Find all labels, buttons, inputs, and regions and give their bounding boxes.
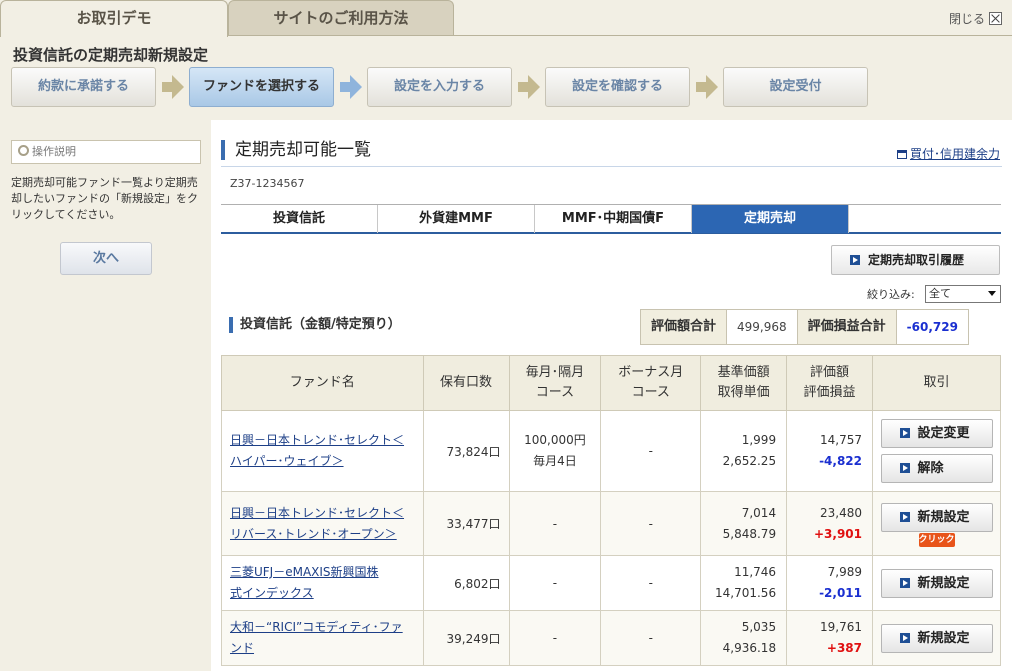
bonus-cell: - <box>600 491 702 556</box>
help-text: 定期売却可能ファンド一覧より定期売却したいファンドの「新規設定」をクリックしてく… <box>11 176 198 221</box>
pl-total-label: 評価損益合計 <box>797 310 897 344</box>
help-title: 操作説明 <box>32 145 76 158</box>
arrow-icon <box>696 75 718 99</box>
eval-total-label: 評価額合計 <box>641 310 728 344</box>
eval-cell: 23,480 +3,901 <box>786 491 873 556</box>
filter-select[interactable]: 全て <box>925 285 1001 303</box>
units-cell: 6,802口 <box>422 555 510 611</box>
filter-label: 絞り込み: <box>867 288 915 301</box>
close-label: 閉じる <box>948 12 985 26</box>
eval-total-value: 499,968 <box>727 310 798 344</box>
change-settings-button[interactable]: 設定変更 <box>880 419 993 448</box>
page-title: 投資信託の定期売却新規設定 <box>13 46 209 64</box>
play-icon <box>899 511 910 522</box>
action-cell: 新規設定 <box>872 555 1001 611</box>
arrow-icon <box>340 75 362 99</box>
table-row: 三菱UFJ－eMAXIS新興国株 式インデックス 6,802口 - - 11,74… <box>221 555 1001 611</box>
eval-cell: 14,757 -4,822 <box>786 410 873 492</box>
bonus-cell: - <box>600 410 702 492</box>
fund-name-link[interactable]: 日興－日本トレンド･セレクト＜ リバース･トレンド･オープン＞ <box>221 491 424 556</box>
units-cell: 73,824口 <box>422 410 510 492</box>
account-number: Z37-1234567 <box>230 177 305 190</box>
filter-value: 全て <box>929 287 951 300</box>
price-cell: 11,746 14,701.56 <box>700 555 788 611</box>
help-box: 操作説明 <box>11 140 201 164</box>
bonus-cell: - <box>600 555 702 611</box>
close-icon <box>989 12 1002 25</box>
panel-title: 定期売却可能一覧 <box>221 140 371 160</box>
units-cell: 33,477口 <box>422 491 510 556</box>
cancel-settings-button[interactable]: 解除 <box>880 454 993 483</box>
title-divider <box>221 166 1002 167</box>
buying-power-label: 買付･信用建余力 <box>909 147 1000 161</box>
step-input: 設定を入力する <box>367 67 512 107</box>
col-units: 保有口数 <box>422 355 510 411</box>
play-icon <box>899 428 910 438</box>
eval-cell: 7,989 -2,011 <box>786 555 873 611</box>
fund-name-link[interactable]: 大和－“RICI”コモディティ･ファ ンド <box>221 610 424 666</box>
tab-mmf-bond[interactable]: MMF･中期国債F <box>535 205 692 233</box>
arrow-icon <box>162 75 184 99</box>
table-row: 日興－日本トレンド･セレクト＜ ハイパー･ウェイブ＞ 73,824口 100,00… <box>221 410 1001 492</box>
step-agree: 約款に承諾する <box>11 67 156 107</box>
arrow-icon <box>518 75 540 99</box>
next-button[interactable]: 次へ <box>60 242 152 275</box>
fund-table: ファンド名 保有口数 毎月･隔月 コース ボーナス月 コース 基準価額 取得単価 評価… <box>221 355 1001 666</box>
play-icon <box>850 255 860 265</box>
play-icon <box>899 632 910 643</box>
sale-history-label: 定期売却取引履歴 <box>868 253 965 267</box>
col-monthly: 毎月･隔月 コース <box>508 355 602 411</box>
circle-icon <box>18 145 29 156</box>
eval-cell: 19,761 +387 <box>786 610 873 666</box>
play-icon <box>899 463 910 473</box>
play-icon <box>899 577 910 588</box>
price-cell: 5,035 4,936.18 <box>700 610 788 666</box>
action-cell: 新規設定 クリック <box>872 491 1001 556</box>
new-setting-button[interactable]: 新規設定 <box>880 623 993 653</box>
col-bonus: ボーナス月 コース <box>600 355 702 411</box>
monthly-cell: - <box>508 555 602 611</box>
tab-investment-trust[interactable]: 投資信託 <box>221 205 378 233</box>
tab-periodic-sale[interactable]: 定期売却 <box>692 205 849 233</box>
tab-divider <box>228 35 1012 36</box>
units-cell: 39,249口 <box>422 610 510 666</box>
product-tabs: 投資信託 外貨建MMF MMF･中期国債F 定期売却 <box>221 204 1001 234</box>
monthly-cell: 100,000円 毎月4日 <box>508 410 602 492</box>
step-confirm: 設定を確認する <box>545 67 690 107</box>
main-panel: 定期売却可能一覧 買付･信用建余力 Z37-1234567 投資信託 外貨建MM… <box>211 120 1012 671</box>
monthly-cell: - <box>508 491 602 556</box>
tab-demo[interactable]: お取引デモ <box>0 0 228 37</box>
price-cell: 7,014 5,848.79 <box>700 491 788 556</box>
table-row: 日興－日本トレンド･セレクト＜ リバース･トレンド･オープン＞ 33,477口 -… <box>221 491 1001 556</box>
tab-foreign-mmf[interactable]: 外貨建MMF <box>378 205 535 233</box>
col-trade: 取引 <box>872 355 1001 411</box>
price-cell: 1,999 2,652.25 <box>700 410 788 492</box>
new-setting-button[interactable]: 新規設定 <box>880 568 993 598</box>
col-price: 基準価額 取得単価 <box>700 355 788 411</box>
dropdown-arrow-icon <box>988 291 996 296</box>
table-header: ファンド名 保有口数 毎月･隔月 コース ボーナス月 コース 基準価額 取得単価 評価… <box>221 355 1001 411</box>
step-accept: 設定受付 <box>723 67 868 107</box>
buying-power-link[interactable]: 買付･信用建余力 <box>896 145 1000 162</box>
new-setting-button[interactable]: 新規設定 <box>880 502 993 532</box>
section-title: 投資信託（金額/特定預り） <box>229 317 401 333</box>
click-badge: クリック <box>918 532 955 547</box>
valuation-summary: 評価額合計 499,968 評価損益合計 -60,729 <box>640 309 969 345</box>
sale-history-button[interactable]: 定期売却取引履歴 <box>831 245 1000 275</box>
col-eval: 評価額 評価損益 <box>786 355 873 411</box>
window-icon <box>896 150 907 159</box>
step-select-fund: ファンドを選択する <box>189 67 334 107</box>
col-fund: ファンド名 <box>221 355 424 411</box>
pl-total-value: -60,729 <box>896 310 968 344</box>
table-row: 大和－“RICI”コモディティ･ファ ンド 39,249口 - - 5,035 4,… <box>221 610 1001 666</box>
action-cell: 新規設定 <box>872 610 1001 666</box>
fund-name-link[interactable]: 三菱UFJ－eMAXIS新興国株 式インデックス <box>221 555 424 611</box>
bonus-cell: - <box>600 610 702 666</box>
action-cell: 設定変更 解除 <box>872 410 1001 492</box>
monthly-cell: - <box>508 610 602 666</box>
top-tab-bar: お取引デモ サイトのご利用方法 閉じる <box>0 0 1012 37</box>
tab-howto[interactable]: サイトのご利用方法 <box>228 0 454 36</box>
close-link[interactable]: 閉じる <box>949 10 1002 27</box>
fund-name-link[interactable]: 日興－日本トレンド･セレクト＜ ハイパー･ウェイブ＞ <box>221 410 424 492</box>
